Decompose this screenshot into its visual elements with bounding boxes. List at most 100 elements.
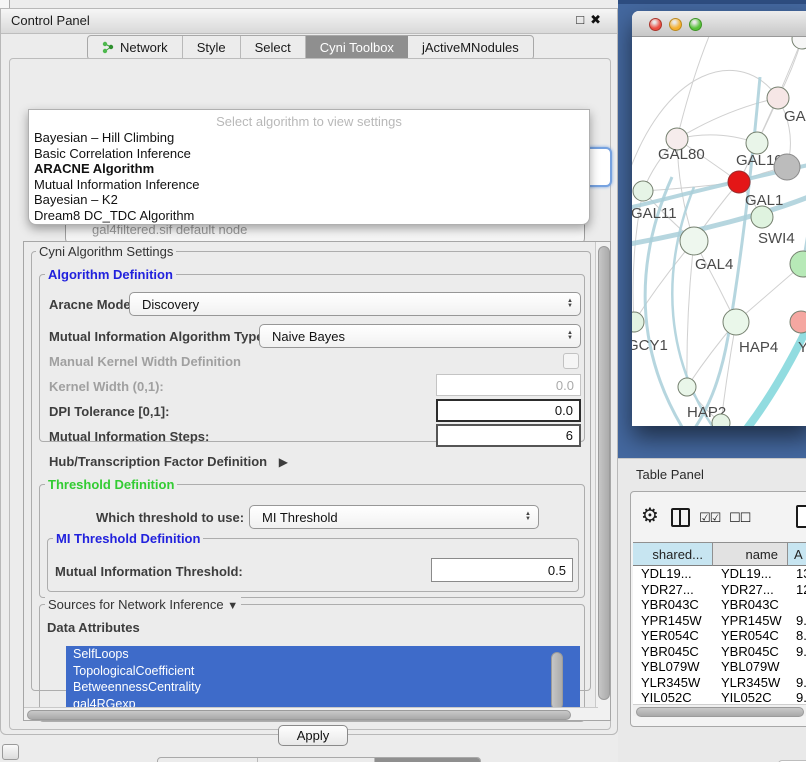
table-cell (788, 597, 806, 613)
table-row[interactable]: YER054CYER054C8. (633, 628, 806, 644)
network-node[interactable] (774, 154, 800, 180)
tab-discretize-data[interactable]: Discretize Data (258, 758, 375, 762)
network-node-gal4[interactable] (680, 227, 708, 255)
network-edge[interactable] (677, 135, 757, 143)
algorithm-option[interactable]: Mutual Information Inference (34, 177, 199, 192)
table-cell: YER054C (713, 628, 788, 644)
algorithm-option-selected[interactable]: ARACNE Algorithm (34, 161, 154, 176)
tab-cyni-toolbox[interactable]: Cyni Toolbox (306, 36, 408, 59)
tab-style[interactable]: Style (183, 36, 241, 59)
network-window-titlebar[interactable] (632, 11, 806, 37)
tab-network[interactable]: Network (88, 36, 183, 59)
table-row[interactable]: YBR043CYBR043C (633, 597, 806, 613)
aracne-mode-label: Aracne Mode: (49, 297, 135, 312)
network-node-gal[interactable] (767, 87, 789, 109)
minimize-window-icon[interactable] (669, 18, 682, 31)
network-node-hap4[interactable] (723, 309, 749, 335)
network-node-gal1[interactable] (728, 171, 750, 193)
table-horizontal-scrollbar-thumb[interactable] (636, 707, 804, 717)
network-node-hap2[interactable] (678, 378, 696, 396)
settings-gear-icon[interactable]: ⚙ (641, 503, 659, 528)
table-row[interactable]: YDR27...YDR27...12 (633, 582, 806, 598)
close-panel-icon[interactable]: ✖ (590, 12, 607, 27)
network-graph[interactable]: GALGAL80GAL10GAL1GAL11SWI4GAL4GCY1HAP4YH… (632, 37, 806, 426)
tab-jactivemnodules[interactable]: jActiveMNodules (408, 36, 533, 59)
kernel-width-label: Kernel Width (0,1): (49, 379, 164, 394)
collapse-down-icon[interactable]: ▼ (227, 600, 238, 612)
table-cell: YDL19... (713, 566, 788, 582)
tab-infer-network[interactable]: Infer Network (375, 758, 480, 762)
float-window-icon[interactable]: □ (576, 12, 590, 27)
mi-algorithm-type-label: Mutual Information Algorithm Type: (49, 329, 268, 344)
new-table-icon[interactable] (796, 505, 806, 528)
manual-kernel-width-checkbox[interactable] (563, 353, 579, 369)
expand-right-icon[interactable]: ▶ (279, 455, 288, 469)
kernel-width-field[interactable]: 0.0 (436, 374, 581, 396)
which-threshold-combo[interactable]: MI Threshold ▲▼ (249, 505, 539, 529)
network-edge[interactable] (634, 241, 694, 322)
network-node-gcy1[interactable] (632, 312, 644, 332)
algorithm-option[interactable]: Bayesian – K2 (34, 192, 118, 207)
stepper-icon: ▲▼ (525, 512, 531, 522)
tab-select[interactable]: Select (241, 36, 306, 59)
attribute-item-selected[interactable]: SelfLoops (66, 646, 580, 663)
network-node[interactable] (792, 37, 806, 49)
table-cell: YBR045C (633, 644, 713, 660)
show-columns-icon[interactable]: ☑☑ (699, 510, 720, 526)
minimized-panel-grip-icon[interactable] (2, 744, 19, 760)
table-cell: 9. (788, 675, 806, 691)
network-edge[interactable] (687, 241, 694, 387)
network-view-window[interactable]: GALGAL80GAL10GAL1GAL11SWI4GAL4GCY1HAP4YH… (632, 11, 806, 426)
mi-algorithm-type-combo[interactable]: Naive Bayes ▲▼ (259, 324, 581, 348)
cytoscape-app: Control Panel □✖ Network Style Select Cy… (0, 0, 806, 762)
column-header-shared-name[interactable]: shared... (633, 542, 713, 566)
attribute-item-selected[interactable]: TopologicalCoefficient (66, 663, 580, 680)
network-node-label: GCY1 (632, 337, 668, 354)
hide-columns-icon[interactable]: ☐☐ (729, 510, 750, 526)
table-row[interactable]: YDL19...YDL19...13 (633, 566, 806, 582)
algorithm-option[interactable]: Basic Correlation Inference (34, 146, 191, 161)
network-node-label: SWI4 (758, 230, 795, 247)
network-node-y[interactable] (790, 311, 806, 333)
cyni-algorithm-settings-label: Cyni Algorithm Settings (36, 244, 176, 259)
hub-definition-label[interactable]: Hub/Transcription Factor Definition ▶ (49, 454, 288, 469)
tab-impute-data[interactable]: Impute Data (158, 758, 258, 762)
algorithm-option[interactable]: Bayesian – Hill Climbing (34, 130, 174, 145)
network-node-gal10[interactable] (746, 132, 768, 154)
network-node-gal11[interactable] (633, 181, 653, 201)
dpi-tolerance-field[interactable]: 0.0 (436, 399, 581, 422)
sources-label[interactable]: Sources for Network Inference ▼ (45, 597, 241, 612)
zoom-window-icon[interactable] (689, 18, 702, 31)
network-edge[interactable] (677, 37, 712, 139)
table-cell: YPR145W (713, 613, 788, 629)
column-header-name[interactable]: name (713, 542, 788, 566)
network-node-swi4[interactable] (751, 206, 773, 228)
settings-vertical-scrollbar-track[interactable] (595, 242, 610, 720)
column-layout-icon[interactable] (671, 508, 690, 527)
mi-threshold-field[interactable]: 0.5 (431, 558, 573, 582)
table-row[interactable]: YBR045CYBR045C9. (633, 644, 806, 660)
settings-horizontal-scrollbar-thumb[interactable] (27, 710, 571, 720)
table-row[interactable]: YBL079WYBL079W (633, 659, 806, 675)
table-row[interactable]: YLR345WYLR345W9. (633, 675, 806, 691)
close-window-icon[interactable] (649, 18, 662, 31)
mi-steps-field[interactable]: 6 (436, 424, 581, 447)
table-panel: ⚙ ☑☑ ☐☐ shared... name A YDL19...YDL19..… (630, 491, 806, 727)
settings-horizontal-scrollbar-track[interactable] (24, 707, 598, 720)
settings-vertical-scrollbar-thumb[interactable] (598, 246, 610, 700)
network-edge[interactable] (677, 98, 778, 139)
table-cell: YBL079W (633, 659, 713, 675)
attribute-item-selected[interactable]: BetweennessCentrality (66, 679, 580, 696)
table-row[interactable]: YPR145WYPR145W9. (633, 613, 806, 629)
table-cell: YBR043C (633, 597, 713, 613)
network-node-label: GAL (784, 108, 806, 125)
column-header-partial[interactable]: A (788, 542, 806, 566)
algorithm-option[interactable]: Dream8 DC_TDC Algorithm (34, 208, 194, 223)
table-horizontal-scrollbar-track[interactable] (633, 704, 806, 716)
apply-button[interactable]: Apply (278, 725, 348, 746)
table-cell: YBR043C (713, 597, 788, 613)
aracne-mode-combo[interactable]: Discovery ▲▼ (129, 292, 581, 316)
attribute-list-scrollbar[interactable] (551, 652, 563, 710)
table-cell: 9. (788, 644, 806, 660)
table-panel-title: Table Panel (636, 467, 704, 482)
